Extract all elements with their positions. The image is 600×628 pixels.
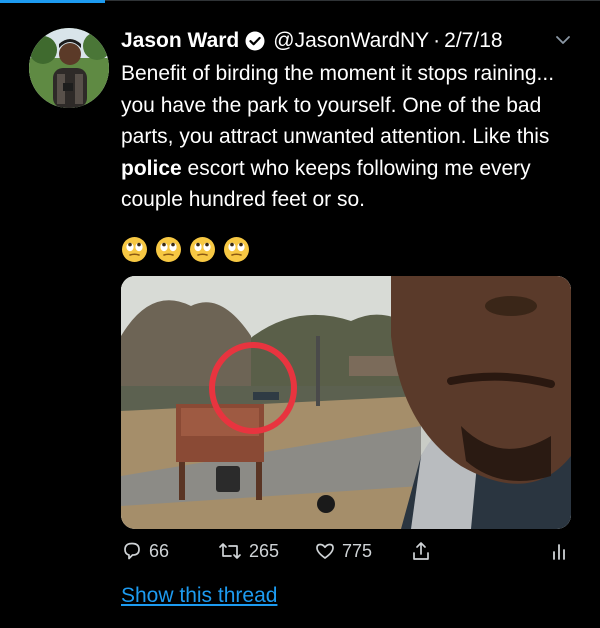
heart-icon: [316, 543, 334, 559]
face-with-rolling-eyes-icon: [189, 236, 216, 263]
tweet-text-end: escort who keeps following me every coup…: [121, 156, 531, 212]
like-count: 775: [342, 540, 373, 561]
active-tab-indicator: [0, 0, 105, 3]
verified-badge-icon: [245, 31, 265, 51]
show-thread-link[interactable]: Show this thread: [121, 584, 277, 608]
reply-count: 66: [149, 540, 170, 561]
retweet-button[interactable]: 265: [217, 540, 279, 562]
emoji-row: [121, 236, 250, 263]
retweet-icon: [219, 543, 241, 559]
face-with-rolling-eyes-icon: [121, 236, 148, 263]
display-name[interactable]: Jason Ward: [121, 27, 239, 55]
user-handle[interactable]: @JasonWardNY: [273, 27, 429, 55]
reply-icon: [124, 542, 140, 560]
share-button[interactable]: [410, 540, 432, 562]
tweet-text-bold: police: [121, 156, 182, 180]
reply-button[interactable]: 66: [121, 540, 169, 562]
like-button[interactable]: 775: [314, 540, 372, 562]
share-icon: [413, 542, 429, 560]
analytics-button[interactable]: [549, 540, 569, 562]
tweet-header: Jason Ward @JasonWardNY · 2/7/18: [121, 27, 503, 55]
tweet-text-start: Benefit of birding the moment it stops r…: [121, 62, 555, 148]
tweet-text: Benefit of birding the moment it stops r…: [121, 58, 581, 216]
tweet-photo[interactable]: [121, 276, 571, 529]
retweet-count: 265: [249, 540, 280, 561]
face-with-rolling-eyes-icon: [223, 236, 250, 263]
face-with-rolling-eyes-icon: [155, 236, 182, 263]
chevron-down-icon[interactable]: [554, 33, 572, 47]
separator-dot: ·: [433, 29, 441, 52]
analytics-icon: [553, 544, 565, 560]
avatar[interactable]: [29, 28, 109, 108]
tweet-date[interactable]: 2/7/18: [444, 27, 502, 55]
tweet-actions: 66 265 775: [121, 540, 581, 568]
